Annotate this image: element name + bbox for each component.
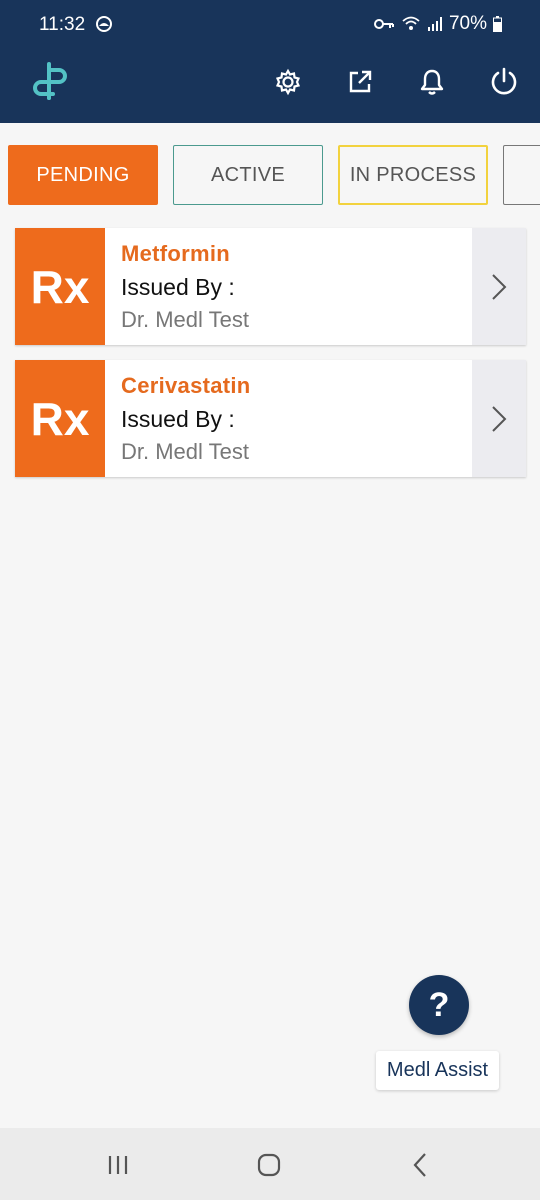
vpn-key-icon [373, 17, 395, 31]
help-question-icon: ? [428, 985, 450, 1024]
share-icon[interactable] [340, 62, 380, 102]
status-time: 11:32 [39, 14, 86, 35]
app-header: 11:32 70% [0, 0, 540, 123]
settings-icon[interactable] [268, 62, 308, 102]
back-icon[interactable] [400, 1148, 440, 1182]
system-nav-bar [0, 1128, 540, 1200]
battery-icon [493, 16, 502, 32]
medication-name: Cerivastatin [121, 373, 251, 398]
status-bar: 11:32 70% [0, 0, 540, 50]
chevron-right-icon[interactable] [472, 360, 526, 477]
recent-apps-icon[interactable] [98, 1148, 138, 1182]
help-fab-button[interactable]: ? [409, 975, 469, 1035]
status-tabs: PENDING ACTIVE IN PROCESS [0, 145, 540, 206]
notifications-bell-icon[interactable] [412, 62, 452, 102]
medl-logo-icon[interactable] [27, 58, 73, 104]
cloud-sync-icon [95, 15, 113, 39]
rx-badge: Rx [15, 228, 105, 345]
battery-level: 70% [448, 13, 487, 34]
prescription-card[interactable]: Rx Metformin Issued By : Dr. Medl Test [15, 228, 526, 345]
status-icons: 70% [373, 13, 502, 35]
tab-pending[interactable]: PENDING [8, 145, 158, 205]
home-icon[interactable] [249, 1148, 289, 1182]
tab-in-process[interactable]: IN PROCESS [338, 145, 488, 205]
doctor-name: Dr. Medl Test [121, 307, 249, 332]
tab-active[interactable]: ACTIVE [173, 145, 323, 205]
medication-name: Metformin [121, 241, 231, 266]
medl-assist-label[interactable]: Medl Assist [376, 1051, 499, 1090]
rx-badge: Rx [15, 360, 105, 477]
tab-next[interactable] [503, 145, 540, 205]
wifi-icon [401, 16, 421, 32]
issued-by-label: Issued By : [121, 274, 235, 300]
prescription-card[interactable]: Rx Cerivastatin Issued By : Dr. Medl Tes… [15, 360, 526, 477]
signal-icon [427, 16, 443, 32]
issued-by-label: Issued By : [121, 406, 235, 432]
chevron-right-icon[interactable] [472, 228, 526, 345]
power-icon[interactable] [484, 62, 524, 102]
doctor-name: Dr. Medl Test [121, 439, 249, 464]
